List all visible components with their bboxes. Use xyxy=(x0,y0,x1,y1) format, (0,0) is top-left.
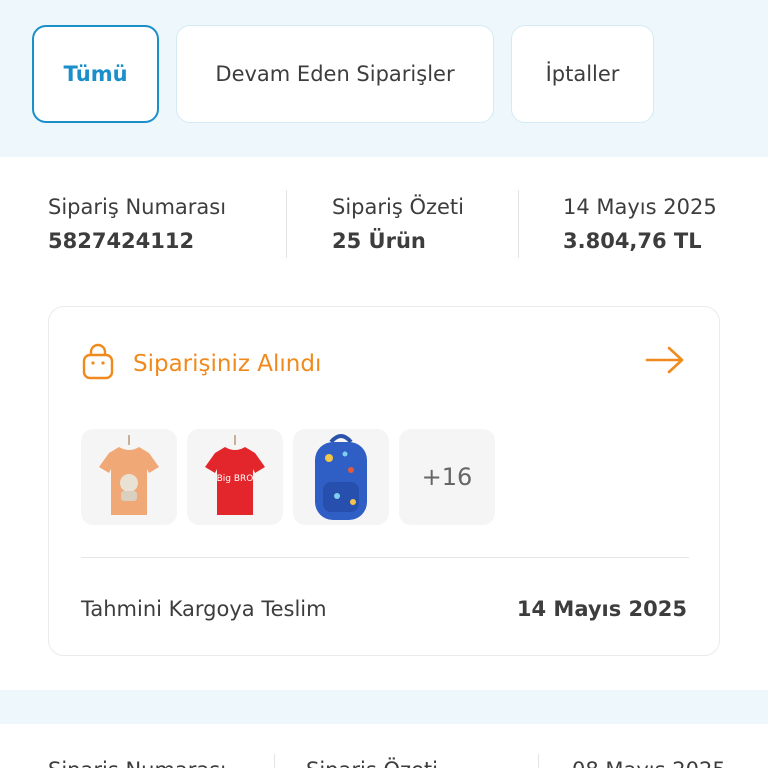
next-order-summary-column: Sipariş Özeti xyxy=(306,758,438,768)
order-item-count: 25 Ürün xyxy=(332,229,426,253)
order-date: 14 Mayıs 2025 xyxy=(563,195,717,219)
order-filter-tabs: Tümü Devam Eden Siparişler İptaller xyxy=(0,0,768,157)
order-number-value: 5827424112 xyxy=(48,229,195,253)
column-divider xyxy=(274,754,275,768)
next-order-number-column: Sipariş Numarası xyxy=(48,758,226,768)
column-divider xyxy=(538,754,539,768)
product-thumbnail[interactable] xyxy=(293,429,389,525)
next-order-summary: Sipariş Numarası Sipariş Özeti 08 Mayıs … xyxy=(0,724,768,768)
red-tshirt-image: Big BRO xyxy=(205,435,265,515)
product-thumbnail[interactable]: Big BRO xyxy=(187,429,283,525)
more-products-count[interactable]: +16 xyxy=(399,429,495,525)
divider xyxy=(81,557,689,558)
arrow-right-icon[interactable] xyxy=(645,345,685,379)
order-status-text: Siparişiniz Alındı xyxy=(133,351,322,377)
order-summary-column: Sipariş Özeti 25 Ürün xyxy=(332,195,464,253)
estimated-shipping-date: 14 Mayıs 2025 xyxy=(516,597,687,621)
next-order-number-label: Sipariş Numarası xyxy=(48,758,226,768)
orange-tshirt-image xyxy=(99,435,159,515)
shopping-bag-icon xyxy=(81,343,115,385)
order-total: 3.804,76 TL xyxy=(563,229,702,253)
order-separator xyxy=(0,690,768,724)
order-number-column: Sipariş Numarası 5827424112 xyxy=(48,195,226,253)
order-card[interactable]: Siparişiniz Alındı Big BRO +16 Tahmini K… xyxy=(48,306,720,656)
order-date-column: 14 Mayıs 2025 3.804,76 TL xyxy=(563,195,717,253)
more-count-label: +16 xyxy=(421,463,473,491)
blue-backpack-image xyxy=(315,434,367,520)
order-summary-label: Sipariş Özeti xyxy=(332,195,464,219)
next-order-date-column: 08 Mayıs 2025 xyxy=(572,758,726,768)
next-order-date: 08 Mayıs 2025 xyxy=(572,758,726,768)
estimated-shipping-label: Tahmini Kargoya Teslim xyxy=(81,597,327,621)
tab-cancellations[interactable]: İptaller xyxy=(511,25,654,123)
tab-in-progress-orders[interactable]: Devam Eden Siparişler xyxy=(176,25,494,123)
tshirt-print-big: Big BRO xyxy=(217,474,254,484)
product-thumbnail[interactable] xyxy=(81,429,177,525)
order-summary: Sipariş Numarası 5827424112 Sipariş Özet… xyxy=(0,157,768,287)
column-divider xyxy=(518,190,519,258)
order-number-label: Sipariş Numarası xyxy=(48,195,227,219)
product-thumbnails: Big BRO +16 xyxy=(81,429,505,525)
column-divider xyxy=(286,190,287,258)
order-status-row: Siparişiniz Alındı xyxy=(81,343,321,385)
tab-all[interactable]: Tümü xyxy=(32,25,159,123)
next-order-summary-label: Sipariş Özeti xyxy=(306,758,438,768)
